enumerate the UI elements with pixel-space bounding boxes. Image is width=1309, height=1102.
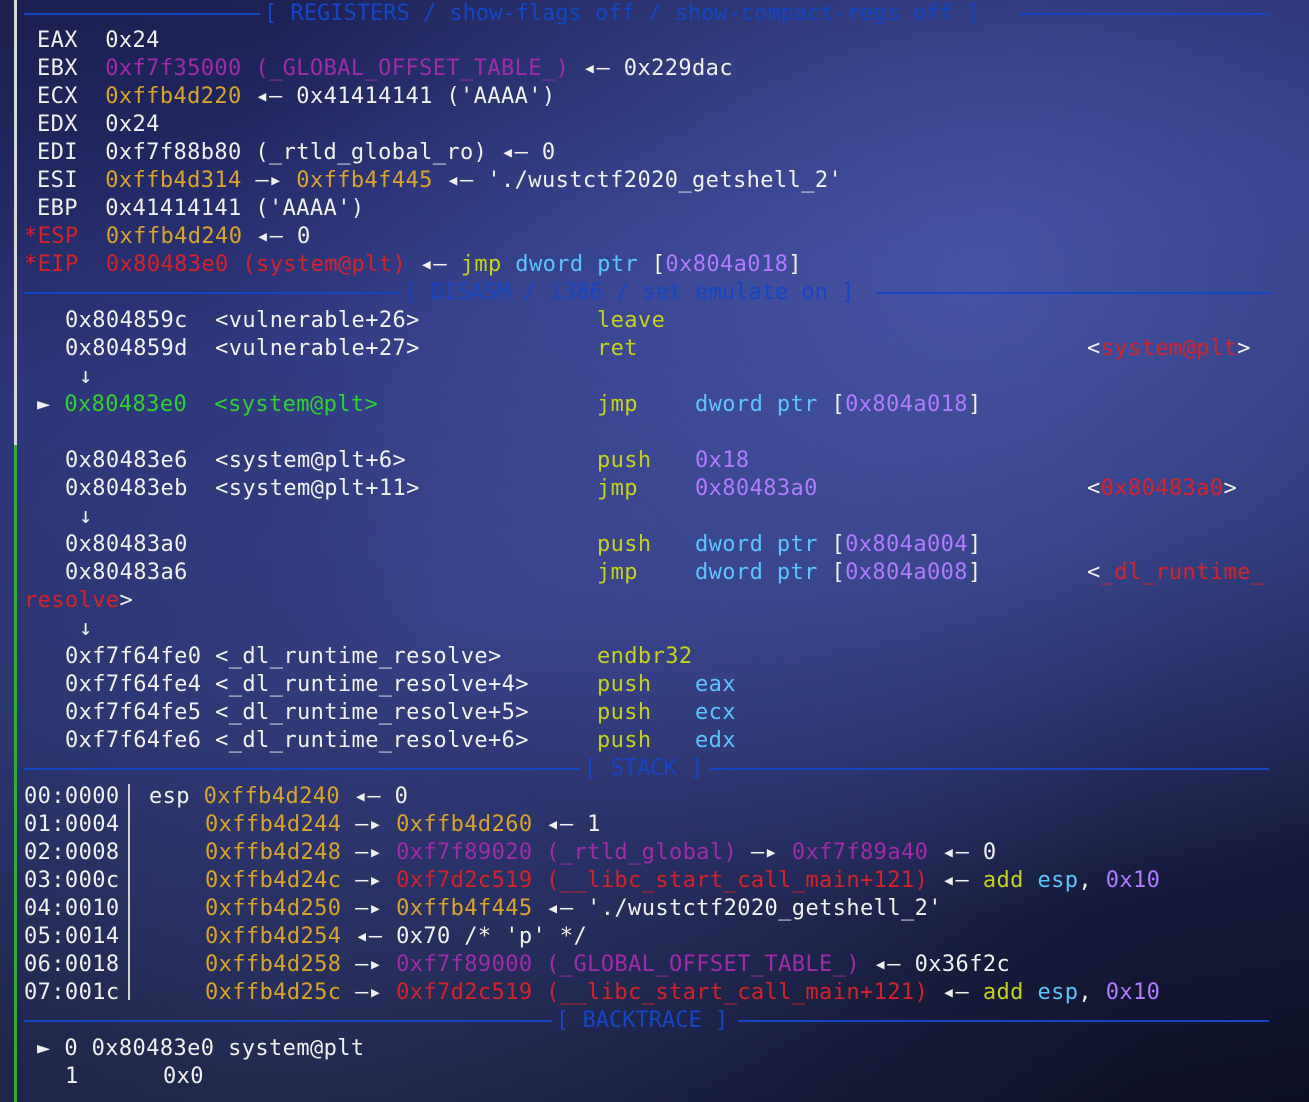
stack-header: [ STACK ] (584, 756, 704, 781)
disasm-mnemonic: push (597, 448, 652, 473)
reg-ecx: ECX 0xffb4d220 ◂— 0x41414141 ('AAAA') (37, 84, 556, 109)
disasm-line: 0x80483a0 (65, 532, 188, 557)
stack-row-data: 0xffb4d244 —▸ 0xffb4d260 ◂— 1 (205, 812, 601, 837)
stack-row-data: esp 0xffb4d240 ◂— 0 (149, 784, 409, 809)
disasm-target: <0x80483a0> (1087, 476, 1238, 501)
backtrace-separator: [ BACKTRACE ] (24, 1007, 1269, 1035)
disasm-mnemonic: jmp (597, 392, 638, 417)
disasm-header: [ DISASM / i386 / set emulate on ] (404, 280, 855, 305)
disasm-line: 0x80483a6 (65, 560, 188, 585)
disasm-mnemonic: leave (597, 308, 666, 333)
disasm-mnemonic: ret (597, 336, 638, 361)
disasm-line: 0xf7f64fe4 <_dl_runtime_resolve+4> (65, 672, 529, 697)
disasm-line: 0x804859c <vulnerable+26> (65, 308, 420, 333)
disasm-line: 0xf7f64fe6 <_dl_runtime_resolve+6> (65, 728, 529, 753)
disasm-mnemonic: push (597, 672, 652, 697)
disasm-operand: eax (695, 672, 736, 697)
reg-esi: ESI 0xffb4d314 —▸ 0xffb4f445 ◂— './wustc… (37, 168, 843, 193)
down-arrow-icon: ↓ (79, 616, 93, 641)
backtrace-frame: 1 (65, 1064, 79, 1089)
down-arrow-icon: ↓ (79, 504, 93, 529)
registers-separator: [ REGISTERS / show-flags off / show-comp… (24, 0, 1269, 28)
stack-row: 00:0000 (24, 784, 120, 809)
disasm-target-wrap: resolve> (24, 588, 134, 613)
disasm-operand: edx (695, 728, 736, 753)
disasm-line: 0xf7f64fe0 <_dl_runtime_resolve> (65, 644, 502, 669)
disasm-line: 0x80483e6 <system@plt+6> (65, 448, 407, 473)
reg-ebp: EBP 0x41414141 ('AAAA') (37, 196, 365, 221)
stack-row-data: 0xffb4d250 —▸ 0xffb4f445 ◂— './wustctf20… (205, 896, 942, 921)
disasm-operand: dword ptr [0x804a018] (695, 392, 982, 417)
disasm-operand: 0x18 (695, 448, 750, 473)
disasm-mnemonic: push (597, 532, 652, 557)
disasm-current-line: ► 0x80483e0 <system@plt> (37, 392, 379, 417)
disasm-separator: [ DISASM / i386 / set emulate on ] (24, 279, 1269, 307)
reg-edx: EDX 0x24 (37, 112, 160, 137)
disasm-operand: ecx (695, 700, 736, 725)
disasm-mnemonic: push (597, 700, 652, 725)
stack-row-data: 0xffb4d258 —▸ 0xf7f89000 (_GLOBAL_OFFSET… (205, 952, 1011, 977)
reg-esp: *ESP 0xffb4d240 ◂— 0 (24, 224, 311, 249)
disasm-operand: dword ptr [0x804a008] (695, 560, 982, 585)
disasm-operand: dword ptr [0x804a004] (695, 532, 982, 557)
stack-row: 02:0008 (24, 840, 120, 865)
backtrace-frame: ► 0 0x80483e0 system@plt (37, 1036, 365, 1061)
reg-eip: *EIP 0x80483e0 (system@plt) ◂— jmp dword… (24, 252, 802, 277)
reg-eax: EAX 0x24 (37, 28, 160, 53)
stack-row-data: 0xffb4d248 —▸ 0xf7f89020 (_rtld_global) … (205, 840, 997, 865)
gutter-bar-bottom (14, 445, 17, 1102)
disasm-mnemonic: endbr32 (597, 644, 693, 669)
disasm-mnemonic: push (597, 728, 652, 753)
disasm-mnemonic: jmp (597, 560, 638, 585)
disasm-target: <_dl_runtime_ (1087, 560, 1265, 585)
disasm-line: 0xf7f64fe5 <_dl_runtime_resolve+5> (65, 700, 529, 725)
gutter-bar-top (14, 0, 17, 445)
down-arrow-icon: ↓ (79, 364, 93, 389)
disasm-mnemonic: jmp (597, 476, 638, 501)
stack-row: 04:0010 (24, 896, 120, 921)
stack-row: 07:001c (24, 980, 120, 1005)
reg-edi: EDI 0xf7f88b80 (_rtld_global_ro) ◂— 0 (37, 140, 556, 165)
disasm-operand: 0x80483a0 (695, 476, 818, 501)
stack-row-data: 0xffb4d24c —▸ 0xf7d2c519 (__libc_start_c… (205, 868, 1161, 893)
stack-row-data: 0xffb4d254 ◂— 0x70 /* 'p' */ (205, 924, 588, 949)
stack-row: 05:0014 (24, 924, 120, 949)
stack-row-data: 0xffb4d25c —▸ 0xf7d2c519 (__libc_start_c… (205, 980, 1161, 1005)
stack-row: 01:0004 (24, 812, 120, 837)
reg-ebx: EBX 0xf7f35000 (_GLOBAL_OFFSET_TABLE_) ◂… (37, 56, 733, 81)
registers-header: [ REGISTERS / show-flags off / show-comp… (264, 1, 980, 26)
disasm-line: 0x80483eb <system@plt+11> (65, 476, 420, 501)
stack-separator: [ STACK ] (24, 755, 1269, 783)
stack-row: 03:000c (24, 868, 120, 893)
disasm-line: 0x804859d <vulnerable+27> (65, 336, 420, 361)
stack-row: 06:0018 (24, 952, 120, 977)
stack-divider (128, 784, 130, 1000)
backtrace-frame-addr: 0x0 (163, 1064, 204, 1089)
disasm-target: <system@plt> (1087, 336, 1251, 361)
backtrace-header: [ BACKTRACE ] (556, 1008, 729, 1033)
